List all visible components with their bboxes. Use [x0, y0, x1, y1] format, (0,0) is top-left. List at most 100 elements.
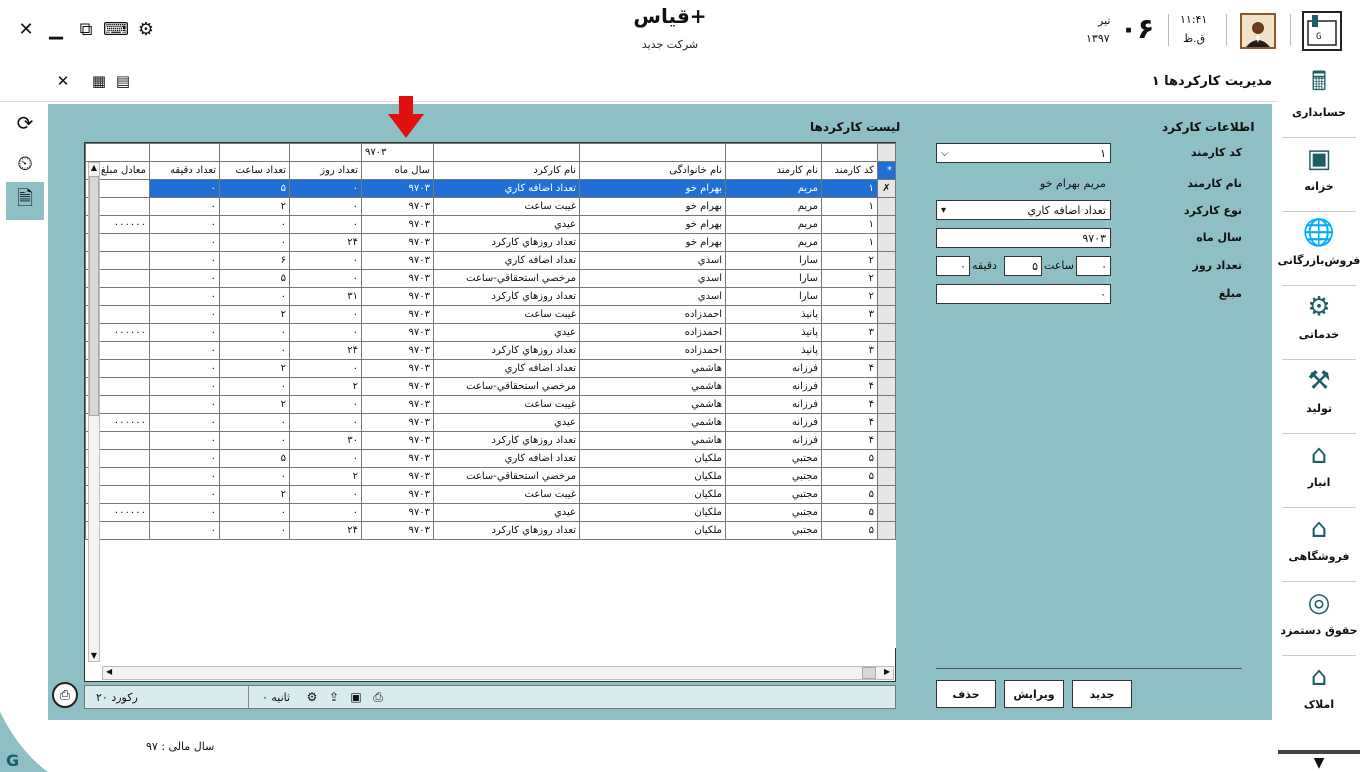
table-row[interactable]: ۳ پانیذ احمدزاده عیدي ۹۷۰۳ ۰ ۰ ۰ ۰۰۰۰۰۰: [85, 323, 896, 342]
row-indicator[interactable]: [877, 269, 896, 288]
table-row[interactable]: ✗ ۱ مریم بهرام خو تعداد اضافه کاري ۹۷۰۳ ۰ ۵ ۰: [85, 179, 896, 198]
sidebar-item-shop[interactable]: ⌂ فروشگاهی: [1278, 510, 1360, 580]
filter-cell[interactable]: [433, 143, 580, 162]
table-row[interactable]: ۵ مجتبي ملکیان عیدي ۹۷۰۳ ۰ ۰ ۰ ۰۰۰۰۰۰: [85, 503, 896, 522]
row-indicator[interactable]: [877, 341, 896, 360]
filter-cell[interactable]: [579, 143, 726, 162]
document-tab-icon[interactable]: 🗎: [6, 182, 44, 220]
close-icon[interactable]: ✕: [15, 18, 37, 40]
column-header[interactable]: نام خانوادگی: [579, 161, 726, 180]
column-header[interactable]: نام کارمند: [725, 161, 822, 180]
table-row[interactable]: ۱ مریم بهرام خو غیبت ساعت ۹۷۰۳ ۰ ۲ ۰: [85, 197, 896, 216]
filter-cell[interactable]: [219, 143, 290, 162]
table-row[interactable]: ۴ فرزانه هاشمي تعداد روزهاي کارکرد ۹۷۰۳ ۳۰ ۰ ۰: [85, 431, 896, 450]
table-row[interactable]: ۴ فرزانه هاشمي مرخصي استحقاقي-ساعت ۹۷۰۳ ۲ ۰ ۰: [85, 377, 896, 396]
row-indicator[interactable]: [877, 503, 896, 522]
user-avatar[interactable]: [1240, 13, 1276, 49]
table-row[interactable]: ۴ فرزانه هاشمي عیدي ۹۷۰۳ ۰ ۰ ۰ ۰۰۰۰۰۰: [85, 413, 896, 432]
row-indicator[interactable]: [877, 449, 896, 468]
table-row[interactable]: ۵ مجتبي ملکیان غیبت ساعت ۹۷۰۳ ۰ ۲ ۰: [85, 485, 896, 504]
horizontal-scrollbar[interactable]: [102, 666, 894, 680]
minute-input[interactable]: ۰: [936, 256, 970, 276]
minimize-icon[interactable]: ▁: [45, 18, 67, 40]
column-header[interactable]: تعداد دقیقه: [149, 161, 220, 180]
table-row[interactable]: ۲ سارا اسدي تعداد اضافه کاري ۹۷۰۳ ۰ ۶ ۰: [85, 251, 896, 270]
column-header[interactable]: کد کارمند: [821, 161, 878, 180]
row-indicator[interactable]: [877, 485, 896, 504]
hour-input[interactable]: ۵: [1004, 256, 1042, 276]
row-indicator[interactable]: [877, 305, 896, 324]
sidebar-item-accounting[interactable]: 🖩 حسابداری: [1278, 66, 1360, 136]
row-indicator[interactable]: [877, 215, 896, 234]
filter-cell[interactable]: ۹۷۰۳: [361, 143, 434, 162]
row-indicator[interactable]: [877, 251, 896, 270]
export-icon[interactable]: ⇪: [326, 689, 342, 705]
sidebar-item-house[interactable]: ⌂ املاک: [1278, 658, 1360, 728]
table-row[interactable]: ۱ مریم بهرام خو عیدي ۹۷۰۳ ۰ ۰ ۰ ۰۰۰۰۰۰: [85, 215, 896, 234]
sidebar-item-gear-services[interactable]: ⚙ خدماتی: [1278, 288, 1360, 358]
filter-cell[interactable]: [725, 143, 822, 162]
row-indicator[interactable]: [877, 359, 896, 378]
table-row[interactable]: ۲ سارا اسدي تعداد روزهاي کارکرد ۹۷۰۳ ۳۱ ۰ ۰: [85, 287, 896, 306]
sidebar-item-safe[interactable]: ▣ خزانه: [1278, 140, 1360, 210]
table-row[interactable]: ۵ مجتبي ملکیان تعداد روزهاي کارکرد ۹۷۰۳ ۲۴ ۰ ۰: [85, 521, 896, 540]
row-indicator[interactable]: [877, 323, 896, 342]
sidebar-scroll-down-icon[interactable]: ▼: [1278, 750, 1360, 772]
close-page-icon[interactable]: ✕: [52, 70, 74, 92]
grid-settings-icon[interactable]: ⚙: [304, 689, 320, 705]
schedule-icon[interactable]: ⏲: [6, 144, 44, 182]
print-preview-icon[interactable]: ⎙: [370, 689, 386, 705]
filter-cell[interactable]: [149, 143, 220, 162]
row-indicator[interactable]: [877, 197, 896, 216]
filter-cell[interactable]: [289, 143, 362, 162]
table-row[interactable]: ۳ پانیذ احمدزاده غیبت ساعت ۹۷۰۳ ۰ ۲ ۰: [85, 305, 896, 324]
sidebar-item-globe-trade[interactable]: 🌐 فروش‌بازرگانی: [1278, 214, 1360, 284]
row-indicator[interactable]: [877, 377, 896, 396]
row-indicator[interactable]: [877, 395, 896, 414]
employee-code-select[interactable]: ⌵ ۱: [936, 143, 1111, 163]
row-indicator[interactable]: [877, 467, 896, 486]
row-indicator[interactable]: [877, 413, 896, 432]
sidebar-item-coins[interactable]: ◎ حقوق دستمزد: [1278, 584, 1360, 654]
settings-gear-icon[interactable]: ⚙: [135, 18, 157, 40]
horizontal-scroll-thumb[interactable]: [862, 667, 876, 679]
refresh-icon[interactable]: ⟳: [6, 104, 44, 142]
scroll-right-icon[interactable]: ▶: [884, 667, 890, 676]
scroll-left-icon[interactable]: ◀: [106, 667, 112, 676]
vertical-scroll-thumb[interactable]: [89, 176, 99, 416]
keyboard-icon[interactable]: ⌨: [103, 18, 129, 40]
table-row[interactable]: ۳ پانیذ احمدزاده تعداد روزهاي کارکرد ۹۷۰۳ ۲۴ ۰…: [85, 341, 896, 360]
column-header[interactable]: نام کارکرد: [433, 161, 580, 180]
row-indicator[interactable]: [877, 431, 896, 450]
filter-cell[interactable]: [85, 143, 150, 162]
sidebar-item-warehouse[interactable]: ⌂ انبار: [1278, 436, 1360, 506]
restore-icon[interactable]: ⧉: [75, 18, 97, 40]
table-row[interactable]: ۲ سارا اسدي مرخصي استحقاقي-ساعت ۹۷۰۳ ۰ ۵ ۰: [85, 269, 896, 288]
sidebar-item-production[interactable]: ⚒ تولید: [1278, 362, 1360, 432]
filter-cell[interactable]: [821, 143, 878, 162]
year-month-input[interactable]: ۹۷۰۳: [936, 228, 1111, 248]
scroll-down-icon[interactable]: ▼: [88, 651, 100, 660]
column-header[interactable]: سال ماه: [361, 161, 434, 180]
row-indicator[interactable]: [877, 521, 896, 540]
row-indicator[interactable]: ✗: [877, 179, 896, 198]
table-row[interactable]: ۱ مریم بهرام خو تعداد روزهاي کارکرد ۹۷۰۳ ۲۴ ۰ ۰: [85, 233, 896, 252]
amount-input[interactable]: ۰: [936, 284, 1111, 304]
work-type-select[interactable]: ▾ تعداد اضافه کاري: [936, 200, 1111, 220]
print-icon[interactable]: ⎙: [52, 682, 78, 708]
row-indicator[interactable]: [877, 233, 896, 252]
edit-button[interactable]: ویرایش: [1004, 680, 1064, 708]
table-row[interactable]: ۵ مجتبي ملکیان تعداد اضافه کاري ۹۷۰۳ ۰ ۵ ۰: [85, 449, 896, 468]
scroll-up-icon[interactable]: ▲: [88, 163, 100, 172]
new-button[interactable]: جدید: [1072, 680, 1132, 708]
table-row[interactable]: ۴ فرزانه هاشمي تعداد اضافه کاري ۹۷۰۳ ۰ ۲ ۰: [85, 359, 896, 378]
table-row[interactable]: ۴ فرزانه هاشمي غیبت ساعت ۹۷۰۳ ۰ ۲ ۰: [85, 395, 896, 414]
calendar-icon[interactable]: ▤: [112, 70, 134, 92]
column-header[interactable]: تعداد ساعت: [219, 161, 290, 180]
new-row-indicator-icon[interactable]: *: [877, 161, 896, 180]
table-row[interactable]: ۵ مجتبي ملکیان مرخصي استحقاقي-ساعت ۹۷۰۳ ۲ ۰ ۰: [85, 467, 896, 486]
grid-view-icon[interactable]: ▦: [88, 70, 110, 92]
column-header[interactable]: تعداد روز: [289, 161, 362, 180]
excel-icon[interactable]: ▣: [348, 689, 364, 705]
delete-button[interactable]: حذف: [936, 680, 996, 708]
